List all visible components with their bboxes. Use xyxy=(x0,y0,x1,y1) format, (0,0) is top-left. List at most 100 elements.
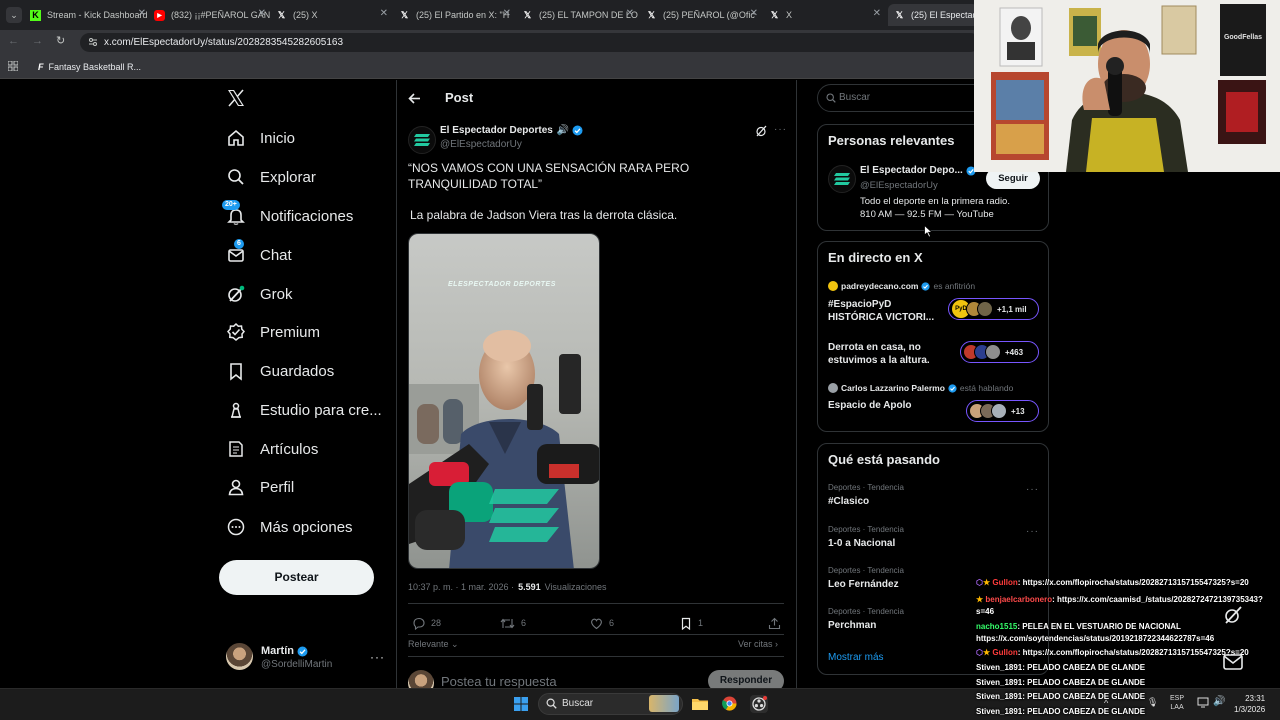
back-button-icon[interactable] xyxy=(408,92,421,105)
tab-close-icon[interactable]: ✕ xyxy=(873,8,881,19)
space-title[interactable]: #EspacioPyD HISTÓRICA VICTORI... xyxy=(828,298,940,324)
chat-user: nacho1515 xyxy=(976,622,1018,631)
grok-explain-icon[interactable] xyxy=(755,125,767,137)
chrome-icon[interactable] xyxy=(722,696,737,711)
relevant-avatar[interactable] xyxy=(828,165,856,193)
bookmark-count: 1 xyxy=(698,618,704,628)
nav-premium[interactable]: Premium xyxy=(226,315,320,349)
nav-profile[interactable]: Perfil xyxy=(226,470,294,504)
space-listeners-pill[interactable]: +13 xyxy=(966,400,1039,422)
trending-title: Qué está pasando xyxy=(828,452,940,467)
tab-x-penarol[interactable]: 𝕏 (25) PEÑAROL (@Ofic ✕ xyxy=(644,4,762,26)
chat-user: Stiven_1891 xyxy=(976,678,1023,687)
author-name[interactable]: El Espectador Deportes 🔊 xyxy=(440,125,583,136)
nav-articles[interactable]: Artículos xyxy=(226,432,318,466)
chat-user: Stiven_1891 xyxy=(976,707,1023,716)
relevant-name[interactable]: El Espectador Depo... xyxy=(860,165,976,176)
nav-home[interactable]: Inicio xyxy=(226,121,295,155)
tab-kick[interactable]: K Stream - Kick Dashboard ✕ xyxy=(28,4,150,26)
network-icon[interactable] xyxy=(1197,697,1209,708)
account-avatar[interactable] xyxy=(226,643,253,670)
chat-message: ⬡★ Gullon: https://x.com/flopirocha/stat… xyxy=(976,578,1249,587)
space-host[interactable]: Carlos Lazzarino Palermo está hablando xyxy=(828,383,1013,393)
reply-button[interactable]: 28 xyxy=(412,614,441,632)
back-arrow-icon[interactable]: ← xyxy=(8,35,19,47)
nav-grok[interactable]: Grok xyxy=(226,277,293,311)
chat-message: Stiven_1891: PELADO CABEZA DE GLANDE xyxy=(976,707,1145,716)
sort-dropdown[interactable]: Relevante ⌄ xyxy=(408,639,459,650)
tab-x[interactable]: 𝕏 X ✕ xyxy=(767,4,885,26)
trend-name[interactable]: 1-0 a Nacional xyxy=(828,538,895,549)
share-button[interactable] xyxy=(768,614,787,632)
space-title[interactable]: Derrota en casa, no estuvimos a la altur… xyxy=(828,341,940,367)
account-more-icon[interactable]: ··· xyxy=(370,650,385,664)
volume-icon[interactable]: 🔊 xyxy=(1213,696,1225,707)
space-title[interactable]: Espacio de Apolo xyxy=(828,400,912,411)
repost-button[interactable]: 6 xyxy=(500,614,526,632)
nav-notifications[interactable]: 20+ Notificaciones xyxy=(222,199,353,233)
tab-close-icon[interactable]: ✕ xyxy=(258,8,266,19)
x-logo-icon[interactable] xyxy=(227,89,245,107)
like-button[interactable]: 6 xyxy=(590,614,614,632)
nav-label: Inicio xyxy=(260,129,296,147)
file-explorer-icon[interactable] xyxy=(692,697,708,710)
tab-close-icon[interactable]: ✕ xyxy=(138,8,146,19)
space-host-name: padreydecano.com xyxy=(841,281,919,291)
language-indicator[interactable]: ESP LAA xyxy=(1170,694,1184,712)
relevant-handle: @ElEspectadorUy xyxy=(860,180,938,191)
nav-creator-studio[interactable]: Estudio para cre... xyxy=(226,393,382,427)
space-host-role: está hablando xyxy=(959,383,1014,393)
verified-badge-icon xyxy=(948,383,957,393)
windows-start-icon[interactable] xyxy=(514,697,528,711)
tab-title: (25) El Espectador xyxy=(911,10,978,20)
trend-name[interactable]: #Clasico xyxy=(828,496,869,507)
show-more-link[interactable]: Mostrar más xyxy=(828,652,884,663)
microphone-icon[interactable]: 🎙 xyxy=(1147,697,1158,708)
bookmark-button[interactable]: 1 xyxy=(680,614,703,632)
tab-close-icon[interactable]: ✕ xyxy=(626,8,634,19)
trend-more-icon[interactable]: ··· xyxy=(1026,526,1039,537)
bookmark-fantasy[interactable]: F Fantasy Basketball R... xyxy=(38,59,141,75)
premium-icon xyxy=(226,322,246,342)
space-host[interactable]: padreydecano.com es anfitrión xyxy=(828,281,975,291)
tab-title: Stream - Kick Dashboard xyxy=(47,10,147,20)
account-name[interactable]: Martín xyxy=(261,645,308,657)
tab-close-icon[interactable]: ✕ xyxy=(503,8,511,19)
space-listeners-pill[interactable]: PyD +1,1 mil xyxy=(948,298,1039,320)
tab-x-home[interactable]: 𝕏 (25) X ✕ xyxy=(274,4,392,26)
tab-x-tampon[interactable]: 𝕏 (25) EL TAMPON DE LO ✕ xyxy=(520,4,638,26)
tab-close-icon[interactable]: ✕ xyxy=(750,8,758,19)
author-avatar[interactable] xyxy=(408,126,436,154)
trend-more-icon[interactable]: ··· xyxy=(1026,484,1039,495)
post-button[interactable]: Postear xyxy=(219,560,374,595)
nav-chat[interactable]: 6 Chat xyxy=(226,238,292,272)
space-listeners-pill[interactable]: +463 xyxy=(960,341,1039,363)
tab-search-button[interactable]: ⌄ xyxy=(6,7,22,23)
tab-x-espectador[interactable]: 𝕏 (25) El Espectador xyxy=(888,4,978,26)
nav-more[interactable]: Más opciones xyxy=(226,510,353,544)
site-info-icon[interactable] xyxy=(88,37,98,47)
clock[interactable]: 23:31 1/3/2026 xyxy=(1234,693,1265,715)
repost-icon xyxy=(500,618,515,628)
trend-category: Deportes · Tendencia xyxy=(828,607,904,616)
apps-grid-icon[interactable] xyxy=(8,61,18,71)
view-quotes-link[interactable]: Ver citas › xyxy=(738,639,778,649)
divider xyxy=(408,603,784,604)
url-text[interactable]: x.com/ElEspectadorUy/status/202828354528… xyxy=(104,34,343,51)
reply-input[interactable]: Postea tu respuesta xyxy=(441,674,557,689)
grok-float-icon[interactable] xyxy=(1222,604,1244,626)
tab-close-icon[interactable]: ✕ xyxy=(380,8,388,19)
youtube-icon: ▶ xyxy=(154,9,165,21)
forward-arrow-icon[interactable]: → xyxy=(32,35,43,47)
chevron-down-icon: ⌄ xyxy=(448,639,459,649)
tab-youtube[interactable]: ▶ (832) ¡¡#PEÑAROL GANÓ ✕ xyxy=(152,4,270,26)
trend-name[interactable]: Perchman xyxy=(828,620,876,631)
post-more-icon[interactable]: ··· xyxy=(774,124,787,135)
messages-float-icon[interactable] xyxy=(1222,652,1244,672)
nav-explore[interactable]: Explorar xyxy=(226,160,316,194)
nav-bookmarks[interactable]: Guardados xyxy=(226,354,334,388)
reload-icon[interactable]: ↻ xyxy=(56,34,65,47)
tab-x-partido[interactable]: 𝕏 (25) El Partido en X: "H ✕ xyxy=(397,4,515,26)
trend-name[interactable]: Leo Fernández xyxy=(828,579,899,590)
obs-icon[interactable] xyxy=(750,695,768,713)
